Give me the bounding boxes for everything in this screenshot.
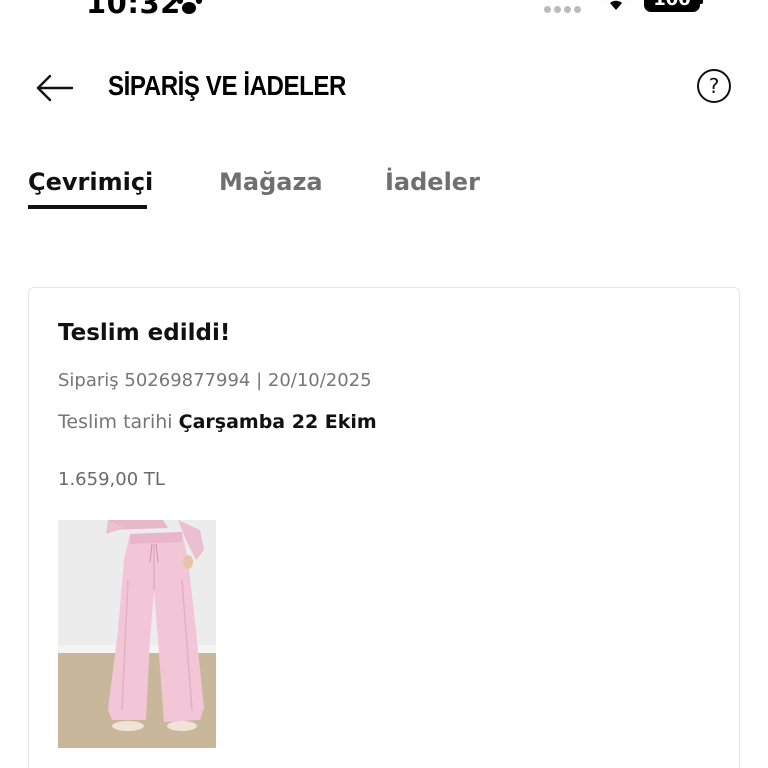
- tab-returns[interactable]: İadeler: [385, 168, 480, 196]
- product-image[interactable]: [58, 520, 216, 748]
- delivery-date: Çarşamba 22 Ekim: [178, 411, 377, 433]
- delivery-label: Teslim tarihi: [58, 411, 173, 433]
- order-number-date: Sipariş 50269877994 | 20/10/2025: [58, 370, 372, 391]
- battery-indicator: 100: [644, 0, 700, 12]
- header: SİPARİŞ VE İADELER ?: [0, 60, 768, 116]
- paw-icon: [176, 0, 203, 14]
- pink-wide-leg-pants-photo-icon: [58, 520, 216, 748]
- tab-store[interactable]: Mağaza: [219, 168, 323, 196]
- wifi-icon: [610, 0, 622, 10]
- delivery-info: Teslim tarihi Çarşamba 22 Ekim: [58, 411, 377, 433]
- order-status: Teslim edildi!: [58, 320, 231, 346]
- active-tab-indicator: [28, 205, 147, 209]
- status-bar: 10:32 100: [0, 0, 768, 22]
- signal-icon: [544, 6, 581, 13]
- tab-online[interactable]: Çevrimiçi: [28, 168, 153, 196]
- page-title: SİPARİŞ VE İADELER: [108, 70, 347, 101]
- order-price: 1.659,00 TL: [58, 469, 165, 490]
- tab-bar: Çevrimiçi Mağaza İadeler: [28, 168, 748, 212]
- battery-tip: [700, 0, 703, 4]
- back-arrow-icon[interactable]: [34, 68, 74, 108]
- order-card[interactable]: Teslim edildi! Sipariş 50269877994 | 20/…: [28, 287, 740, 768]
- help-icon[interactable]: ?: [697, 69, 731, 103]
- status-time: 10:32: [86, 0, 181, 20]
